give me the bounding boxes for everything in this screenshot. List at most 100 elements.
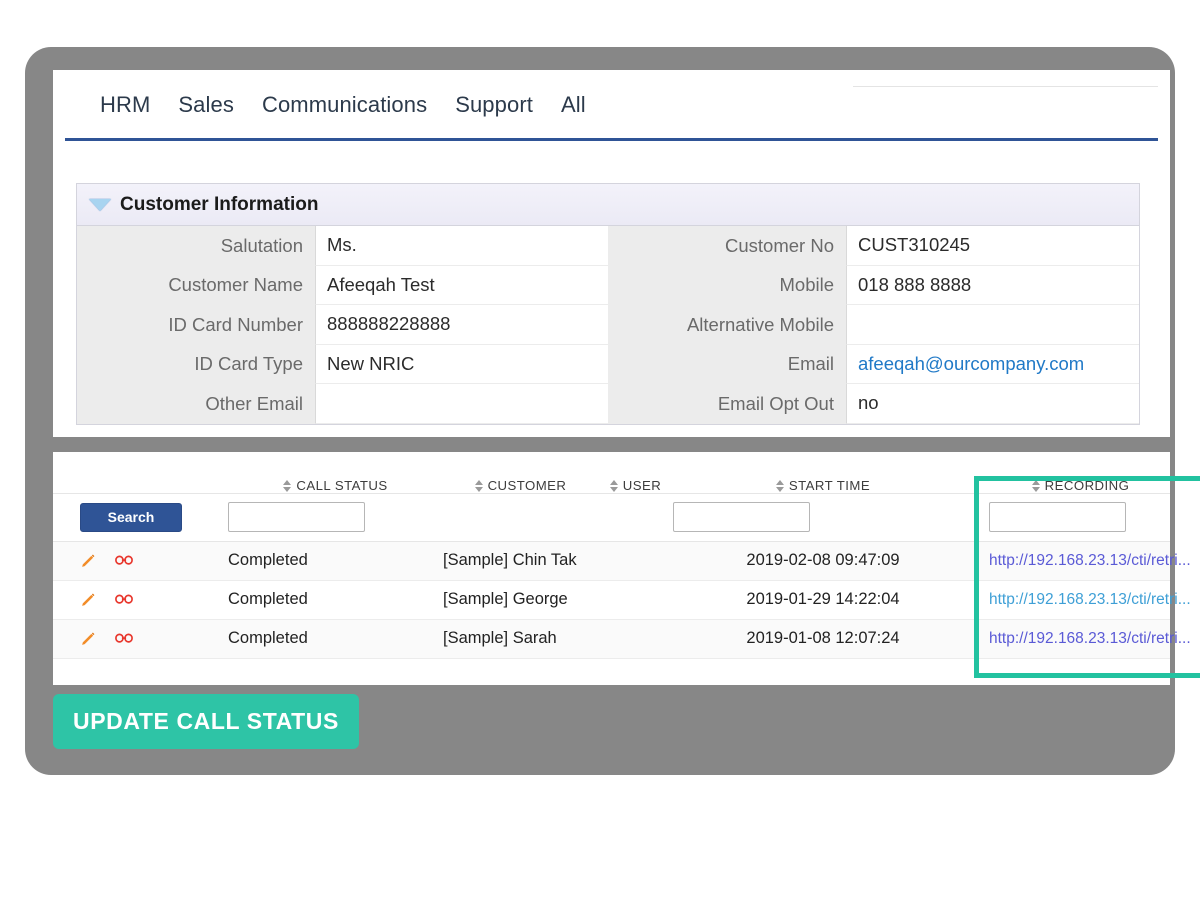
customer-information-panel: Customer Information Salutation Ms. Cust… (76, 183, 1140, 425)
pencil-icon[interactable] (80, 591, 97, 608)
tab-all[interactable]: All (561, 92, 586, 118)
row-actions-cell (53, 541, 228, 580)
sort-icon[interactable] (776, 480, 785, 492)
field-label: ID Card Number (77, 305, 315, 345)
col-header-customer[interactable]: CUSTOMER (443, 452, 598, 493)
filter-input-recording[interactable] (989, 502, 1126, 532)
field-value-id-card-number[interactable]: 888888228888 (315, 305, 608, 345)
col-header-user[interactable]: USER (598, 452, 673, 493)
field-label: Email Opt Out (608, 384, 846, 424)
field-value-mobile[interactable]: 018 888 8888 (846, 266, 1139, 306)
recording-link[interactable]: http://192.168.23.13/cti/retri... (989, 630, 1191, 647)
filter-input-call-status[interactable] (228, 502, 365, 532)
calls-card: CALL STATUS CUSTOMER USER START TIME REC… (53, 452, 1170, 685)
customer-fields-left-column: Salutation Ms. Customer Name Afeeqah Tes… (77, 226, 608, 424)
cell-call-status: Completed (228, 541, 443, 580)
filter-cell-recording (973, 493, 1170, 541)
row-actions-cell (53, 580, 228, 619)
triangle-down-icon[interactable] (89, 199, 111, 211)
filter-cell-call-status (228, 493, 443, 541)
tab-sales[interactable]: Sales (178, 92, 234, 118)
col-header-start-time[interactable]: START TIME (673, 452, 973, 493)
recording-link[interactable]: http://192.168.23.13/cti/retri... (989, 552, 1191, 569)
panel-title: Customer Information (120, 194, 318, 216)
search-button[interactable]: Search (80, 503, 182, 532)
col-header-label: RECORDING (1045, 478, 1130, 493)
col-header-recording[interactable]: RECORDING (973, 452, 1170, 493)
recording-link[interactable]: http://192.168.23.13/cti/retri... (989, 591, 1191, 608)
chain-link-icon[interactable] (115, 630, 133, 647)
col-header-label: USER (623, 478, 661, 493)
cell-call-status: Completed (228, 580, 443, 619)
field-label: Alternative Mobile (608, 305, 846, 345)
field-value-email-opt-out[interactable]: no (846, 384, 1139, 424)
tab-support[interactable]: Support (455, 92, 533, 118)
pencil-icon[interactable] (80, 630, 97, 647)
tab-hrm[interactable]: HRM (100, 92, 150, 118)
cell-recording: http://192.168.23.13/cti/retri... (973, 580, 1170, 619)
field-value-salutation[interactable]: Ms. (315, 226, 608, 266)
table-header-row: CALL STATUS CUSTOMER USER START TIME REC… (53, 452, 1170, 493)
field-value-alternative-mobile[interactable] (846, 305, 1139, 345)
table-row[interactable]: Completed [Sample] George 2019-01-29 14:… (53, 580, 1170, 619)
field-row-other-email: Other Email (77, 384, 608, 424)
cell-start-time: 2019-01-29 14:22:04 (673, 580, 973, 619)
update-call-status-button[interactable]: UPDATE CALL STATUS (53, 694, 359, 749)
customer-card: HRM Sales Communications Support All Cus… (53, 70, 1170, 437)
cell-user (598, 541, 673, 580)
customer-information-header[interactable]: Customer Information (77, 184, 1139, 226)
filter-cell-start-time (673, 493, 973, 541)
cell-start-time: 2019-01-08 12:07:24 (673, 619, 973, 658)
tabbar-underline (65, 138, 1158, 141)
field-value-customer-no[interactable]: CUST310245 (846, 226, 1139, 266)
col-header-actions (53, 452, 228, 493)
table-row[interactable]: Completed [Sample] Sarah 2019-01-08 12:0… (53, 619, 1170, 658)
calls-table: CALL STATUS CUSTOMER USER START TIME REC… (53, 452, 1170, 659)
field-row-email: Email afeeqah@ourcompany.com (608, 345, 1139, 385)
cell-customer: [Sample] George (443, 580, 598, 619)
cell-user (598, 580, 673, 619)
module-tab-bar: HRM Sales Communications Support All (53, 70, 1170, 140)
cell-recording: http://192.168.23.13/cti/retri... (973, 619, 1170, 658)
filter-input-start-time[interactable] (673, 502, 810, 532)
field-label: ID Card Type (77, 345, 315, 385)
cell-customer: [Sample] Sarah (443, 619, 598, 658)
field-label: Other Email (77, 384, 315, 424)
field-label: Customer No (608, 226, 846, 266)
field-label: Customer Name (77, 266, 315, 306)
col-header-call-status[interactable]: CALL STATUS (228, 452, 443, 493)
field-label: Salutation (77, 226, 315, 266)
col-header-label: CUSTOMER (488, 478, 567, 493)
field-row-salutation: Salutation Ms. (77, 226, 608, 266)
filter-cell-customer (443, 493, 598, 541)
field-row-id-card-number: ID Card Number 888888228888 (77, 305, 608, 345)
sort-icon[interactable] (283, 480, 292, 492)
customer-information-grid: Salutation Ms. Customer Name Afeeqah Tes… (77, 226, 1139, 424)
field-value-customer-name[interactable]: Afeeqah Test (315, 266, 608, 306)
table-filter-row: Search (53, 493, 1170, 541)
field-row-customer-name: Customer Name Afeeqah Test (77, 266, 608, 306)
sort-icon[interactable] (475, 480, 484, 492)
row-actions-cell (53, 619, 228, 658)
field-value-other-email[interactable] (315, 384, 608, 424)
calls-table-wrapper: CALL STATUS CUSTOMER USER START TIME REC… (53, 452, 1170, 659)
field-label: Mobile (608, 266, 846, 306)
col-header-label: START TIME (789, 478, 870, 493)
search-button-cell: Search (53, 493, 228, 541)
sort-icon[interactable] (610, 480, 619, 492)
field-label: Email (608, 345, 846, 385)
tab-communications[interactable]: Communications (262, 92, 427, 118)
pencil-icon[interactable] (80, 552, 97, 569)
customer-fields-right-column: Customer No CUST310245 Mobile 018 888 88… (608, 226, 1139, 424)
field-row-customer-no: Customer No CUST310245 (608, 226, 1139, 266)
field-row-id-card-type: ID Card Type New NRIC (77, 345, 608, 385)
cell-recording: http://192.168.23.13/cti/retri... (973, 541, 1170, 580)
field-value-id-card-type[interactable]: New NRIC (315, 345, 608, 385)
chain-link-icon[interactable] (115, 591, 133, 608)
field-value-email[interactable]: afeeqah@ourcompany.com (846, 345, 1139, 385)
field-row-alternative-mobile: Alternative Mobile (608, 305, 1139, 345)
chain-link-icon[interactable] (115, 552, 133, 569)
sort-icon[interactable] (1032, 480, 1041, 492)
tabbar-divider (853, 86, 1158, 87)
table-row[interactable]: Completed [Sample] Chin Tak 2019-02-08 0… (53, 541, 1170, 580)
